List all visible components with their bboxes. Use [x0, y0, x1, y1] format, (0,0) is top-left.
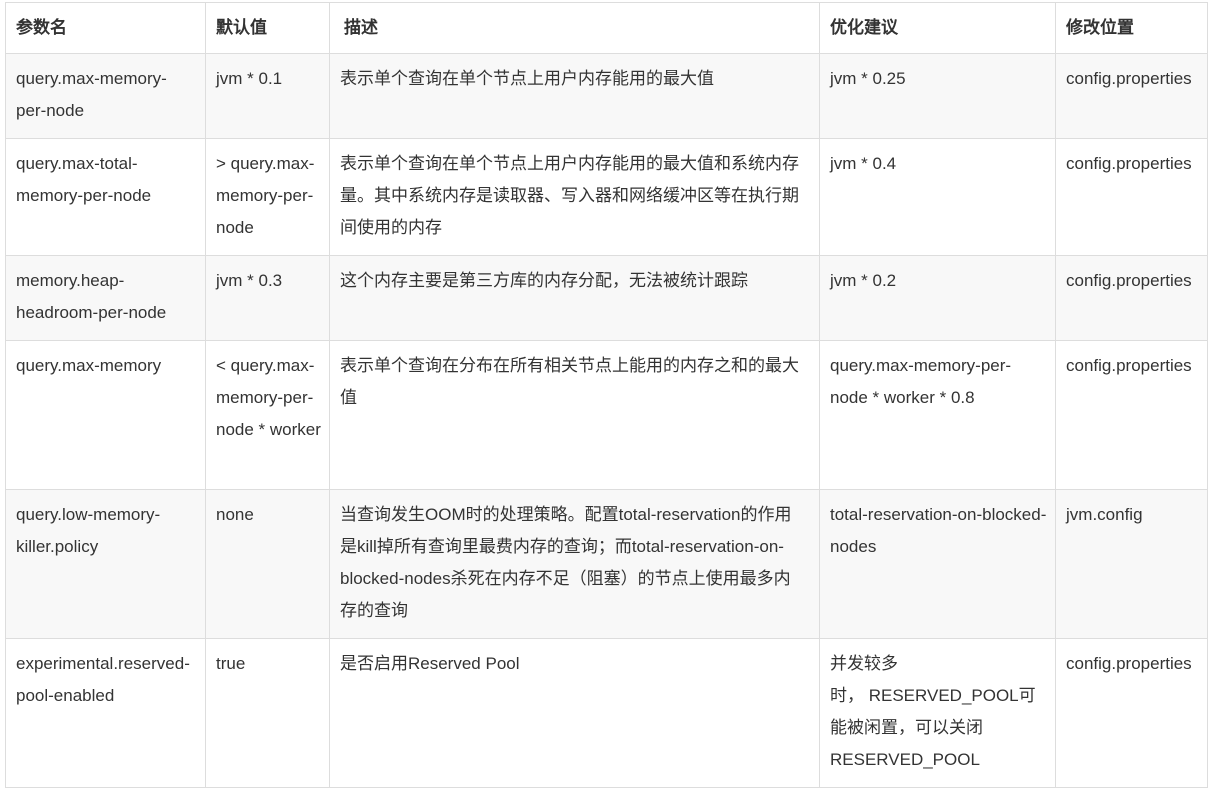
table-row: query.max-total-memory-per-node > query.… [5, 138, 1208, 256]
location-cell: config.properties [1055, 138, 1208, 256]
suggestion-cell: jvm * 0.2 [819, 255, 1056, 341]
header-suggestion: 优化建议 [819, 2, 1056, 54]
location-cell: config.properties [1055, 340, 1208, 490]
default-value-cell: none [205, 489, 330, 639]
default-value-cell: < query.max-memory-per-node * worker [205, 340, 330, 490]
table-row: query.max-memory-per-node jvm * 0.1 表示单个… [5, 53, 1208, 139]
table-header-row: 参数名 默认值 描述 优化建议 修改位置 [5, 2, 1208, 54]
param-name-cell: experimental.reserved-pool-enabled [5, 638, 206, 788]
param-name-cell: query.max-memory [5, 340, 206, 490]
description-cell: 这个内存主要是第三方库的内存分配，无法被统计跟踪 [329, 255, 820, 341]
header-default-value: 默认值 [205, 2, 330, 54]
table-row: query.max-memory < query.max-memory-per-… [5, 340, 1208, 490]
suggestion-cell: jvm * 0.4 [819, 138, 1056, 256]
header-param-name: 参数名 [5, 2, 206, 54]
param-name-cell: query.max-memory-per-node [5, 53, 206, 139]
location-cell: jvm.config [1055, 489, 1208, 639]
default-value-cell: jvm * 0.1 [205, 53, 330, 139]
description-cell: 当查询发生OOM时的处理策略。配置total-reservation的作用是ki… [329, 489, 820, 639]
location-cell: config.properties [1055, 255, 1208, 341]
suggestion-cell: 并发较多 时， RESERVED_POOL可能被闲置，可以关闭RESERVED_… [819, 638, 1056, 788]
param-name-cell: query.max-total-memory-per-node [5, 138, 206, 256]
param-name-cell: query.low-memory-killer.policy [5, 489, 206, 639]
default-value-cell: jvm * 0.3 [205, 255, 330, 341]
param-name-cell: memory.heap-headroom-per-node [5, 255, 206, 341]
default-value-cell: true [205, 638, 330, 788]
config-parameter-table: 参数名 默认值 描述 优化建议 修改位置 query.max-memory-pe… [5, 2, 1208, 788]
table-row: query.low-memory-killer.policy none 当查询发… [5, 489, 1208, 639]
description-cell: 是否启用Reserved Pool [329, 638, 820, 788]
description-cell: 表示单个查询在单个节点上用户内存能用的最大值 [329, 53, 820, 139]
table-row: experimental.reserved-pool-enabled true … [5, 638, 1208, 788]
description-cell: 表示单个查询在单个节点上用户内存能用的最大值和系统内存量。其中系统内存是读取器、… [329, 138, 820, 256]
header-location: 修改位置 [1055, 2, 1208, 54]
description-cell: 表示单个查询在分布在所有相关节点上能用的内存之和的最大值 [329, 340, 820, 490]
location-cell: config.properties [1055, 638, 1208, 788]
suggestion-cell: jvm * 0.25 [819, 53, 1056, 139]
table-row: memory.heap-headroom-per-node jvm * 0.3 … [5, 255, 1208, 341]
location-cell: config.properties [1055, 53, 1208, 139]
suggestion-cell: query.max-memory-per-node * worker * 0.8 [819, 340, 1056, 490]
default-value-cell: > query.max-memory-per-node [205, 138, 330, 256]
header-description: 描述 [329, 2, 820, 54]
suggestion-cell: total-reservation-on-blocked-nodes [819, 489, 1056, 639]
